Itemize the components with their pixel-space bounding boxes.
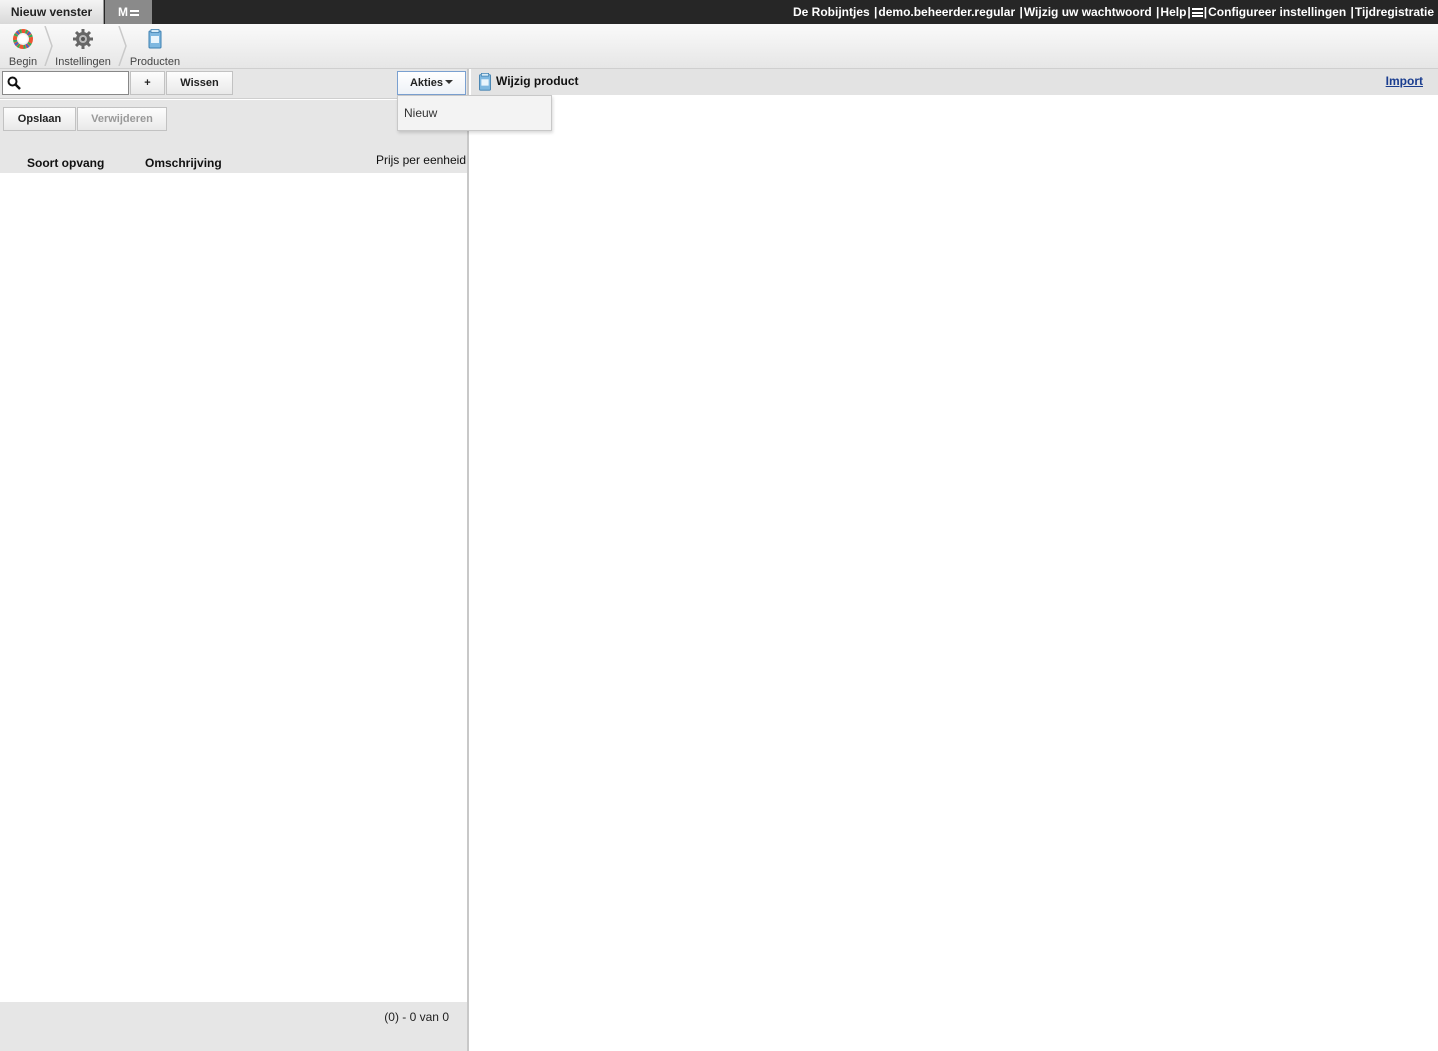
change-password-link[interactable]: Wijzig uw wachtwoord — [1024, 5, 1152, 19]
top-links: De Robijntjes |demo.beheerder.regular |W… — [793, 0, 1434, 24]
separator: | — [1156, 5, 1160, 19]
gear-icon — [73, 29, 93, 49]
menu-item-nieuw[interactable]: Nieuw — [404, 106, 437, 120]
breadcrumb-label: Begin — [8, 56, 38, 68]
separator: | — [1203, 5, 1208, 19]
actions-label: Akties — [409, 77, 444, 89]
breadcrumb-begin[interactable]: Begin — [4, 24, 42, 69]
actions-dropdown-button[interactable]: Akties — [397, 71, 466, 95]
clear-button[interactable]: Wissen — [166, 71, 233, 95]
rainbow-ring-icon — [13, 29, 33, 49]
product-list-pane: + Wissen Akties Opslaan Verwijderen Soor… — [0, 69, 469, 1051]
product-box-icon — [148, 29, 162, 49]
chevron-right-icon — [44, 26, 53, 66]
product-box-icon — [479, 73, 491, 91]
user-link[interactable]: demo.beheerder.regular — [878, 5, 1015, 19]
help-link[interactable]: Help — [1160, 5, 1186, 19]
org-name-link[interactable]: De Robijntjes — [793, 5, 870, 19]
tab-new-window[interactable]: Nieuw venster — [0, 0, 104, 24]
separator: | — [1187, 5, 1191, 19]
column-header-soort-opvang[interactable]: Soort opvang — [27, 156, 104, 170]
search-input[interactable] — [2, 71, 129, 95]
top-bar: Nieuw venster M De Robijntjes |demo.behe… — [0, 0, 1438, 24]
separator: | — [874, 5, 878, 19]
column-header-omschrijving[interactable]: Omschrijving — [145, 156, 222, 170]
page-title: Wijzig product — [496, 74, 579, 88]
configure-settings-link[interactable]: Configureer instellingen — [1208, 5, 1346, 19]
time-registration-link[interactable]: Tijdregistratie — [1355, 5, 1434, 19]
hamburger-menu-icon[interactable] — [1191, 8, 1203, 17]
separator: | — [1350, 5, 1354, 19]
breadcrumb-instellingen[interactable]: Instellingen — [54, 24, 112, 69]
breadcrumb-label: Producten — [129, 56, 181, 68]
import-link[interactable]: Import — [1386, 74, 1423, 88]
chevron-right-icon — [118, 26, 127, 66]
pager-bar: (0) - 0 van 0 — [0, 1002, 467, 1051]
pager-status: (0) - 0 van 0 — [384, 1010, 449, 1024]
add-button[interactable]: + — [130, 71, 165, 95]
breadcrumb: Begin Instellingen Producten — [0, 24, 1438, 69]
delete-button[interactable]: Verwijderen — [77, 107, 167, 131]
save-button[interactable]: Opslaan — [3, 107, 76, 131]
menu-lines-icon — [130, 9, 139, 16]
separator: | — [1019, 5, 1023, 19]
search-icon — [7, 76, 21, 90]
actions-menu: Nieuw — [397, 95, 552, 131]
tab-m-label: M — [118, 5, 128, 19]
caret-down-icon — [445, 80, 454, 84]
breadcrumb-producten[interactable]: Producten — [128, 24, 182, 69]
breadcrumb-label: Instellingen — [55, 56, 111, 68]
product-edit-header: Wijzig product Import — [471, 69, 1438, 95]
column-header-prijs[interactable]: Prijs per eenheid — [376, 153, 466, 167]
tab-menu-m[interactable]: M — [105, 0, 152, 24]
